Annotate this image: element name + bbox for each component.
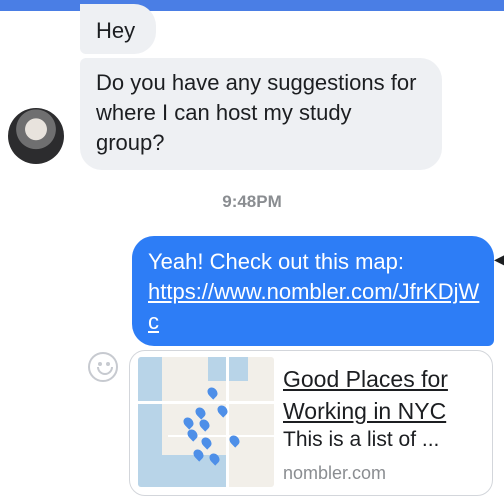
- map-pin: [205, 385, 220, 400]
- map-pin: [197, 417, 212, 432]
- message-link[interactable]: https://www.nombler.com/JfrKDjWc: [148, 277, 480, 337]
- link-preview-card[interactable]: Good Places for Working in NYC This is a…: [129, 350, 493, 496]
- message-text: Do you have any suggestions for where I …: [96, 70, 417, 155]
- message-text: Yeah! Check out this map:: [148, 249, 405, 274]
- map-pin: [181, 415, 196, 430]
- smiley-mouth: [97, 367, 113, 375]
- sender-avatar[interactable]: [8, 108, 64, 164]
- map-pin: [199, 435, 214, 450]
- map-road: [168, 435, 274, 437]
- caret-left-icon: ◀: [494, 251, 504, 267]
- map-pin: [193, 405, 208, 420]
- smiley-eye: [106, 362, 110, 366]
- map-road: [226, 357, 229, 487]
- message-text: Hey: [96, 18, 136, 43]
- incoming-message-bubble[interactable]: Do you have any suggestions for where I …: [80, 58, 442, 170]
- smiley-eye: [98, 362, 102, 366]
- message-timestamp: 9:48PM: [222, 192, 282, 211]
- smiley-icon[interactable]: [88, 352, 118, 382]
- link-preview-description: This is a list of ...: [283, 428, 440, 451]
- link-preview-title[interactable]: Good Places for Working in NYC: [283, 363, 485, 427]
- outgoing-message-bubble[interactable]: Yeah! Check out this map: https://www.no…: [132, 236, 494, 346]
- link-preview-domain: nombler.com: [283, 463, 387, 483]
- map-road: [138, 401, 274, 404]
- map-pin: [185, 427, 200, 442]
- top-bar: [0, 0, 504, 11]
- incoming-message-bubble[interactable]: Hey: [80, 4, 156, 54]
- map-thumbnail[interactable]: [138, 357, 274, 487]
